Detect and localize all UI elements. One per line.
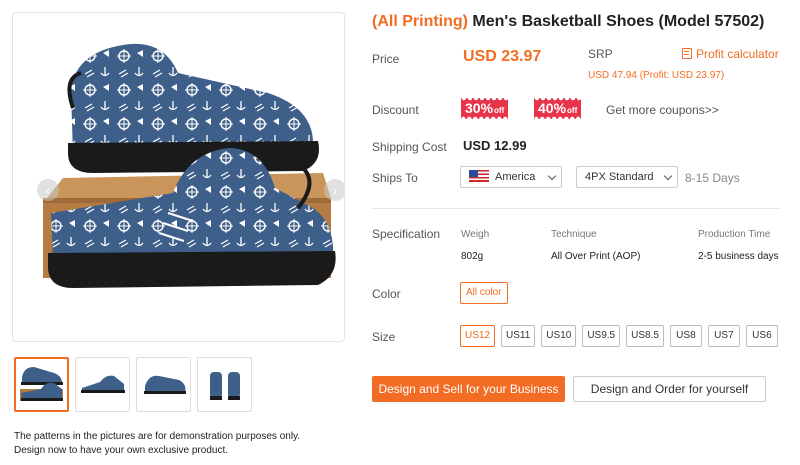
size-option-us12[interactable]: US12 [460,325,496,347]
coupon-30[interactable]: 30%off [461,98,509,119]
section-divider [372,208,780,209]
specification-label: Specification [372,227,441,241]
coupon-40[interactable]: 40%off [534,98,582,119]
shipping-method-value: 4PX Standard [585,171,654,183]
coupon-value: 40% [538,100,567,116]
country-select[interactable]: America [460,166,562,188]
product-title: (All Printing) Men's Basketball Shoes (M… [372,13,764,31]
shipping-cost-value: USD 12.99 [463,138,527,153]
size-option-us10[interactable]: US10 [541,325,577,347]
thumbnail-2[interactable] [75,357,130,412]
gallery-next-button[interactable]: › [324,179,344,201]
size-option-us8[interactable]: US8 [669,325,702,347]
demo-note: The patterns in the pictures are for dem… [14,430,300,458]
spec-header-weigh: Weigh [461,229,490,240]
coupon-suffix: off [567,106,578,115]
us-flag-icon [469,170,489,182]
discount-label: Discount [372,103,419,117]
chevron-down-icon [547,171,557,181]
demo-note-line1: The patterns in the pictures are for dem… [14,431,301,442]
chevron-down-icon [663,171,673,181]
shipping-cost-label: Shipping Cost [372,140,447,154]
color-label: Color [372,287,401,301]
color-option-all[interactable]: All color [460,282,508,304]
size-option-us11[interactable]: US11 [501,325,536,347]
thumbnail-strip [14,357,252,412]
title-highlight: (All Printing) [372,13,468,30]
coupon-value: 30% [465,100,494,116]
ships-to-label: Ships To [372,171,418,185]
coupon-suffix: off [494,106,505,115]
spec-value-technique: All Over Print (AOP) [551,251,641,262]
shipping-method-select[interactable]: 4PX Standard [576,166,678,188]
size-option-us8-5[interactable]: US8.5 [626,325,664,347]
design-and-sell-button[interactable]: Design and Sell for your Business [372,376,565,402]
gallery-prev-button[interactable]: ‹ [37,179,59,201]
spec-value-weigh: 802g [461,251,484,262]
srp-detail: USD 47.94 (Profit: USD 23.97) [588,70,725,81]
price-value: USD 23.97 [463,48,542,65]
shoe-image [43,43,336,288]
calculator-icon [682,48,692,59]
size-label: Size [372,330,396,344]
srp-label: SRP [588,47,613,61]
size-option-us9-5[interactable]: US9.5 [582,325,621,347]
title-text: Men's Basketball Shoes (Model 57502) [467,13,765,30]
spec-value-production-time: 2-5 business days [698,251,779,262]
price-label: Price [372,52,400,66]
thumbnail-1[interactable] [14,357,69,412]
profit-calculator-label: Profit calculator [696,47,779,61]
country-value: America [495,171,536,183]
spec-header-technique: Technique [551,229,597,240]
size-options: US12 US11 US10 US9.5 US8.5 US8 US7 US6 [460,325,778,347]
spec-header-production-time: Production Time [698,229,771,240]
product-main-image[interactable]: ‹ › [12,12,345,342]
profit-calculator-link[interactable]: Profit calculator [682,47,779,61]
thumbnail-4[interactable] [197,357,252,412]
size-option-us7[interactable]: US7 [707,325,740,347]
design-and-order-button[interactable]: Design and Order for yourself [573,376,766,402]
delivery-days: 8-15 Days [685,171,740,185]
size-option-us6[interactable]: US6 [745,325,778,347]
more-coupons-link[interactable]: Get more coupons>> [606,103,719,117]
thumbnail-3[interactable] [136,357,191,412]
demo-note-line2: Design now to have your own exclusive pr… [14,445,229,456]
